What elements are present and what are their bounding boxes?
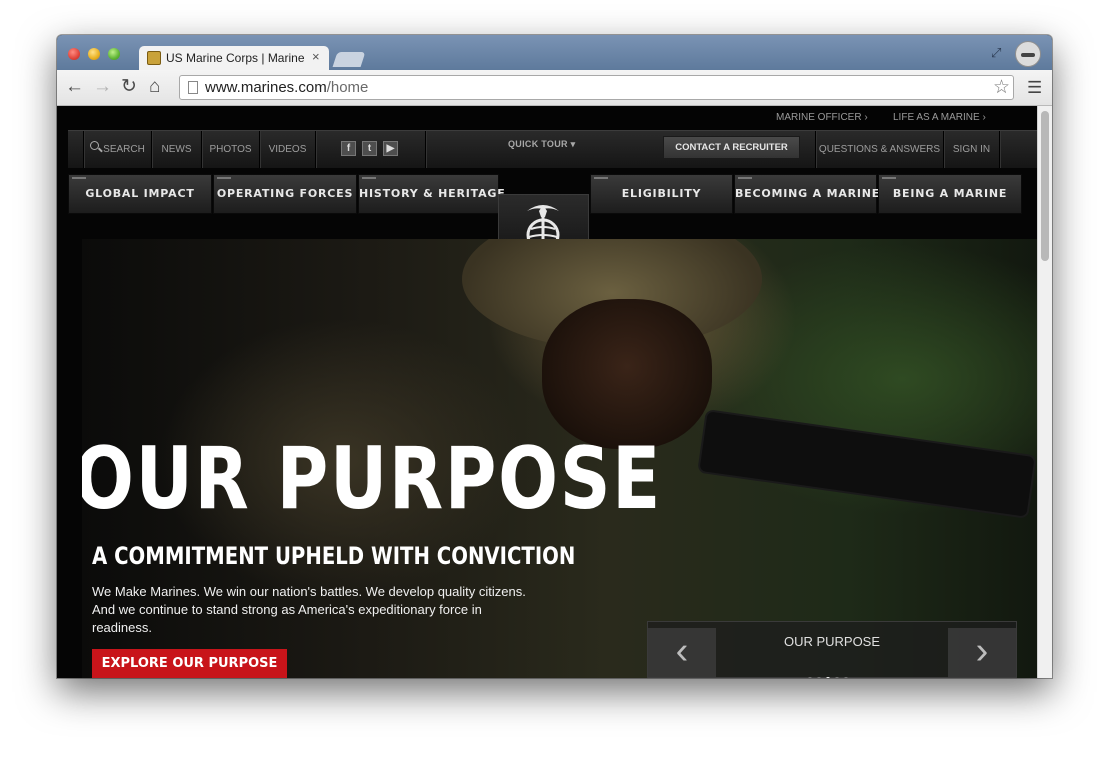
webpage: MARINE OFFICER › LIFE AS A MARINE › SEAR… <box>57 106 1052 678</box>
nav-operating-forces[interactable]: OPERATING FORCES <box>213 174 357 214</box>
scrollbar-thumb[interactable] <box>1041 111 1049 261</box>
quick-tour-link[interactable]: QUICK TOUR ▾ <box>508 139 575 150</box>
favicon-icon <box>147 51 161 65</box>
fullscreen-icon[interactable]: ⤢ <box>991 45 1001 61</box>
home-icon[interactable]: ⌂ <box>149 77 160 97</box>
youtube-icon[interactable]: ▶ <box>383 141 398 156</box>
address-bar[interactable]: www.marines.com/home ☆ <box>179 75 1014 100</box>
nav-global-impact[interactable]: GLOBAL IMPACT <box>68 174 212 214</box>
url-text: www.marines.com/home <box>205 79 369 96</box>
tab-bar: US Marine Corps | Marine Corps × ⤢ <box>57 35 1052 70</box>
forward-arrow-icon[interactable]: → <box>93 77 112 97</box>
nav-eligibility[interactable]: ELIGIBILITY <box>590 174 733 214</box>
browser-tab[interactable]: US Marine Corps | Marine Corps × <box>139 46 329 70</box>
videos-link[interactable]: VIDEOS <box>260 131 316 168</box>
twitter-icon[interactable]: t <box>362 141 377 156</box>
reload-icon[interactable]: ↻ <box>121 77 137 97</box>
utility-bar: MARINE OFFICER › LIFE AS A MARINE › <box>57 106 1037 130</box>
social-links: f t ▶ <box>316 131 426 168</box>
hero-banner: OUR PURPOSE A COMMITMENT UPHELD WITH CON… <box>82 239 1037 678</box>
contact-recruiter-button[interactable]: CONTACT A RECRUITER <box>663 136 800 159</box>
tab-close-icon[interactable]: × <box>312 49 320 64</box>
carousel-dot[interactable] <box>844 677 848 678</box>
explore-our-purpose-button[interactable]: EXPLORE OUR PURPOSE <box>92 649 287 678</box>
questions-answers-link[interactable]: QUESTIONS & ANSWERS <box>816 131 944 168</box>
nav-being-a-marine[interactable]: BEING A MARINE <box>878 174 1022 214</box>
life-as-a-marine-link[interactable]: LIFE AS A MARINE › <box>893 112 986 123</box>
browser-window: US Marine Corps | Marine Corps × ⤢ ← → ↻… <box>57 35 1052 678</box>
search-link[interactable]: SEARCH <box>84 131 152 168</box>
zoom-window-button[interactable] <box>108 48 120 60</box>
nav-becoming-a-marine[interactable]: BECOMING A MARINE <box>734 174 879 214</box>
carousel-label: OUR PURPOSE <box>783 634 881 649</box>
nav-history-heritage[interactable]: HISTORY & HERITAGE <box>358 174 505 214</box>
hero-subtitle: A COMMITMENT UPHELD WITH CONVICTION <box>92 542 576 570</box>
carousel-dot-active[interactable] <box>826 677 830 678</box>
carousel-dots <box>808 668 853 678</box>
hero-title: OUR PURPOSE <box>82 429 662 529</box>
carousel-dot[interactable] <box>817 677 821 678</box>
sign-in-link[interactable]: SIGN IN <box>944 131 1000 168</box>
photos-link[interactable]: PHOTOS <box>202 131 260 168</box>
page-icon <box>188 81 198 94</box>
bookmark-star-icon[interactable]: ☆ <box>993 76 1010 99</box>
carousel-next-icon[interactable]: › <box>948 628 1016 678</box>
carousel-prev-icon[interactable]: ‹ <box>648 628 716 678</box>
minimize-window-button[interactable] <box>88 48 100 60</box>
back-arrow-icon[interactable]: ← <box>65 77 84 97</box>
search-icon <box>90 141 100 150</box>
scrollbar[interactable] <box>1037 106 1052 678</box>
browser-toolbar: ← → ↻ ⌂ www.marines.com/home ☆ ☰ <box>57 70 1052 106</box>
carousel-controls: ‹ OUR PURPOSE › <box>647 621 1017 678</box>
facebook-icon[interactable]: f <box>341 141 356 156</box>
new-tab-button[interactable] <box>332 52 366 67</box>
news-link[interactable]: NEWS <box>152 131 202 168</box>
tab-title: US Marine Corps | Marine Corps <box>166 51 306 65</box>
close-window-button[interactable] <box>68 48 80 60</box>
marine-officer-link[interactable]: MARINE OFFICER › <box>776 112 868 123</box>
incognito-icon <box>1015 41 1041 67</box>
menu-icon[interactable]: ☰ <box>1027 78 1042 98</box>
carousel-dot[interactable] <box>835 677 839 678</box>
carousel-dot[interactable] <box>808 677 812 678</box>
secondary-nav: SEARCH NEWS PHOTOS VIDEOS f t ▶ QUICK TO… <box>68 130 1037 168</box>
hero-body-text: We Make Marines. We win our nation's bat… <box>92 584 526 635</box>
